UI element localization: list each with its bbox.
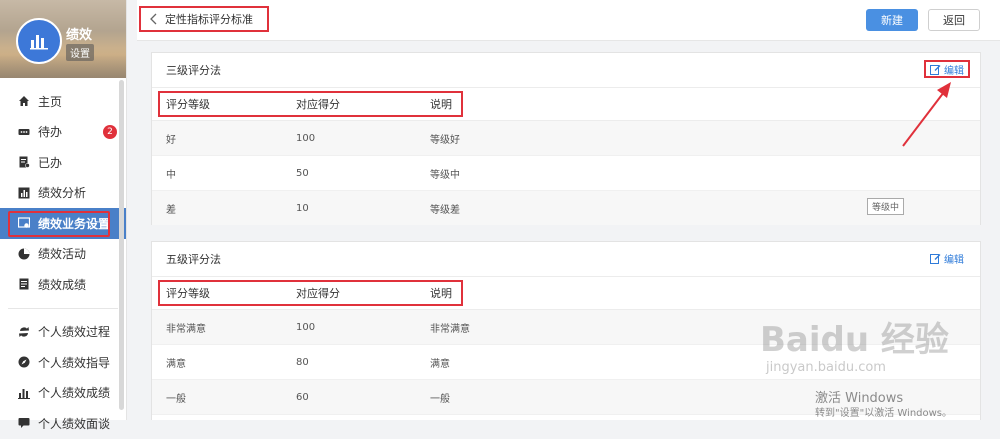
panel-header: 五级评分法 编辑 xyxy=(152,242,980,277)
row-description: 等级好 xyxy=(430,134,460,146)
header-bar: 定性指标评分标准 新建 返回 xyxy=(137,0,1000,41)
column-header: 评分等级 xyxy=(166,287,210,300)
profile-name: 绩效 xyxy=(66,28,93,43)
row-description: 满意 xyxy=(430,358,450,370)
table-header: 评分等级 对应得分 说明 xyxy=(152,88,980,121)
row-description: 一般 xyxy=(430,393,450,405)
document-check-icon xyxy=(18,156,30,169)
bar-chart-icon xyxy=(18,387,30,399)
sidebar-item-todo[interactable]: 待办 2 xyxy=(0,117,126,148)
sidebar-item-business-settings[interactable]: 绩效业务设置 xyxy=(0,208,126,239)
edit-label: 编辑 xyxy=(944,254,964,266)
tooltip: 等级中 xyxy=(867,198,905,215)
sidebar-nav-personal: 个人绩效过程 个人绩效指导 个人绩效成绩 个人绩效面谈 xyxy=(0,317,126,439)
row-grade: 好 xyxy=(166,134,176,146)
column-header: 说明 xyxy=(430,287,452,300)
avatar[interactable] xyxy=(16,18,62,64)
compass-icon xyxy=(18,356,30,368)
rating-panel-three-level: 三级评分法 编辑 评分等级 对应得分 说明 好 100 等级好 中 50 等级中… xyxy=(151,52,981,225)
sidebar-item-home[interactable]: 主页 xyxy=(0,86,126,117)
sidebar-item-personal-results[interactable]: 个人绩效成绩 xyxy=(0,378,126,409)
row-grade: 一般 xyxy=(166,393,186,405)
watermark-logo: Baidu 经验 xyxy=(760,320,949,360)
row-grade: 差 xyxy=(166,204,176,216)
row-score: 100 xyxy=(296,132,316,144)
todo-count-badge: 2 xyxy=(103,124,117,139)
sidebar-item-label: 个人绩效成绩 xyxy=(38,386,111,401)
table-row[interactable]: 中 50 等级中 xyxy=(152,156,980,191)
column-header: 说明 xyxy=(430,98,452,111)
row-grade: 中 xyxy=(166,169,176,181)
column-header: 对应得分 xyxy=(296,287,340,300)
return-button[interactable]: 返回 xyxy=(928,9,980,31)
edit-icon xyxy=(930,64,941,75)
page-title: 定性指标评分标准 xyxy=(165,13,253,26)
pie-chart-icon xyxy=(18,248,30,260)
chevron-left-icon xyxy=(150,13,157,25)
profile-banner: 绩效 设置 xyxy=(0,0,126,78)
edit-button[interactable]: 编辑 xyxy=(926,249,968,267)
edit-icon xyxy=(930,253,941,264)
document-icon xyxy=(18,278,30,290)
row-score: 100 xyxy=(296,321,316,333)
more-icon xyxy=(18,126,30,138)
bar-chart-icon xyxy=(18,187,30,199)
watermark-url: jingyan.baidu.com xyxy=(766,360,886,375)
sidebar-item-label: 绩效活动 xyxy=(38,247,87,262)
sidebar-item-label: 个人绩效指导 xyxy=(38,355,111,370)
sidebar-item-personal-guidance[interactable]: 个人绩效指导 xyxy=(0,347,126,378)
row-grade: 满意 xyxy=(166,358,186,370)
windows-activation-hint: 转到"设置"以激活 Windows。 xyxy=(815,408,953,419)
panel-header: 三级评分法 编辑 xyxy=(152,53,980,88)
row-description: 等级差 xyxy=(430,204,460,216)
home-icon xyxy=(18,95,30,107)
row-grade: 非常满意 xyxy=(166,323,206,335)
sidebar-item-label: 主页 xyxy=(38,94,63,109)
new-button[interactable]: 新建 xyxy=(866,9,918,31)
table-row[interactable]: 差 10 等级差 等级中 xyxy=(152,191,980,225)
row-score: 10 xyxy=(296,202,309,214)
highlight-box xyxy=(8,211,110,237)
sidebar-item-label: 绩效成绩 xyxy=(38,277,87,292)
sidebar-item-activities[interactable]: 绩效活动 xyxy=(0,239,126,270)
refresh-icon xyxy=(18,326,30,338)
edit-label: 编辑 xyxy=(944,65,964,77)
sidebar-item-results[interactable]: 绩效成绩 xyxy=(0,269,126,300)
table-row[interactable]: 好 100 等级好 xyxy=(152,121,980,156)
row-description: 非常满意 xyxy=(430,323,470,335)
column-header: 评分等级 xyxy=(166,98,210,111)
chat-icon xyxy=(18,417,30,429)
row-score: 60 xyxy=(296,391,309,403)
sidebar: 绩效 设置 主页 待办 2 已办 绩效分析 绩效业务设置 绩效活动 绩效成绩 个… xyxy=(0,0,127,431)
sidebar-item-analysis[interactable]: 绩效分析 xyxy=(0,178,126,209)
nav-divider xyxy=(8,307,118,309)
sidebar-item-label: 待办 xyxy=(38,125,63,140)
bar-chart-icon xyxy=(30,35,48,50)
row-description: 等级中 xyxy=(430,169,460,181)
profile-tag: 设置 xyxy=(66,44,94,61)
sidebar-scrollbar[interactable] xyxy=(119,80,124,410)
sidebar-nav: 主页 待办 2 已办 绩效分析 绩效业务设置 绩效活动 绩效成绩 xyxy=(0,86,126,300)
panel-title: 三级评分法 xyxy=(166,64,221,77)
sidebar-item-done[interactable]: 已办 xyxy=(0,147,126,178)
sidebar-item-label: 绩效分析 xyxy=(38,186,87,201)
back-link[interactable]: 定性指标评分标准 xyxy=(139,6,269,32)
panel-title: 五级评分法 xyxy=(166,253,221,266)
row-score: 50 xyxy=(296,167,309,179)
sidebar-item-personal-interview[interactable]: 个人绩效面谈 xyxy=(0,408,126,439)
table-header: 评分等级 对应得分 说明 xyxy=(152,277,980,310)
row-score: 80 xyxy=(296,356,309,368)
edit-button[interactable]: 编辑 xyxy=(924,60,970,78)
sidebar-item-label: 个人绩效面谈 xyxy=(38,416,111,431)
sidebar-item-label: 个人绩效过程 xyxy=(38,325,111,340)
sidebar-item-label: 已办 xyxy=(38,155,63,170)
column-header: 对应得分 xyxy=(296,98,340,111)
sidebar-item-personal-process[interactable]: 个人绩效过程 xyxy=(0,317,126,348)
